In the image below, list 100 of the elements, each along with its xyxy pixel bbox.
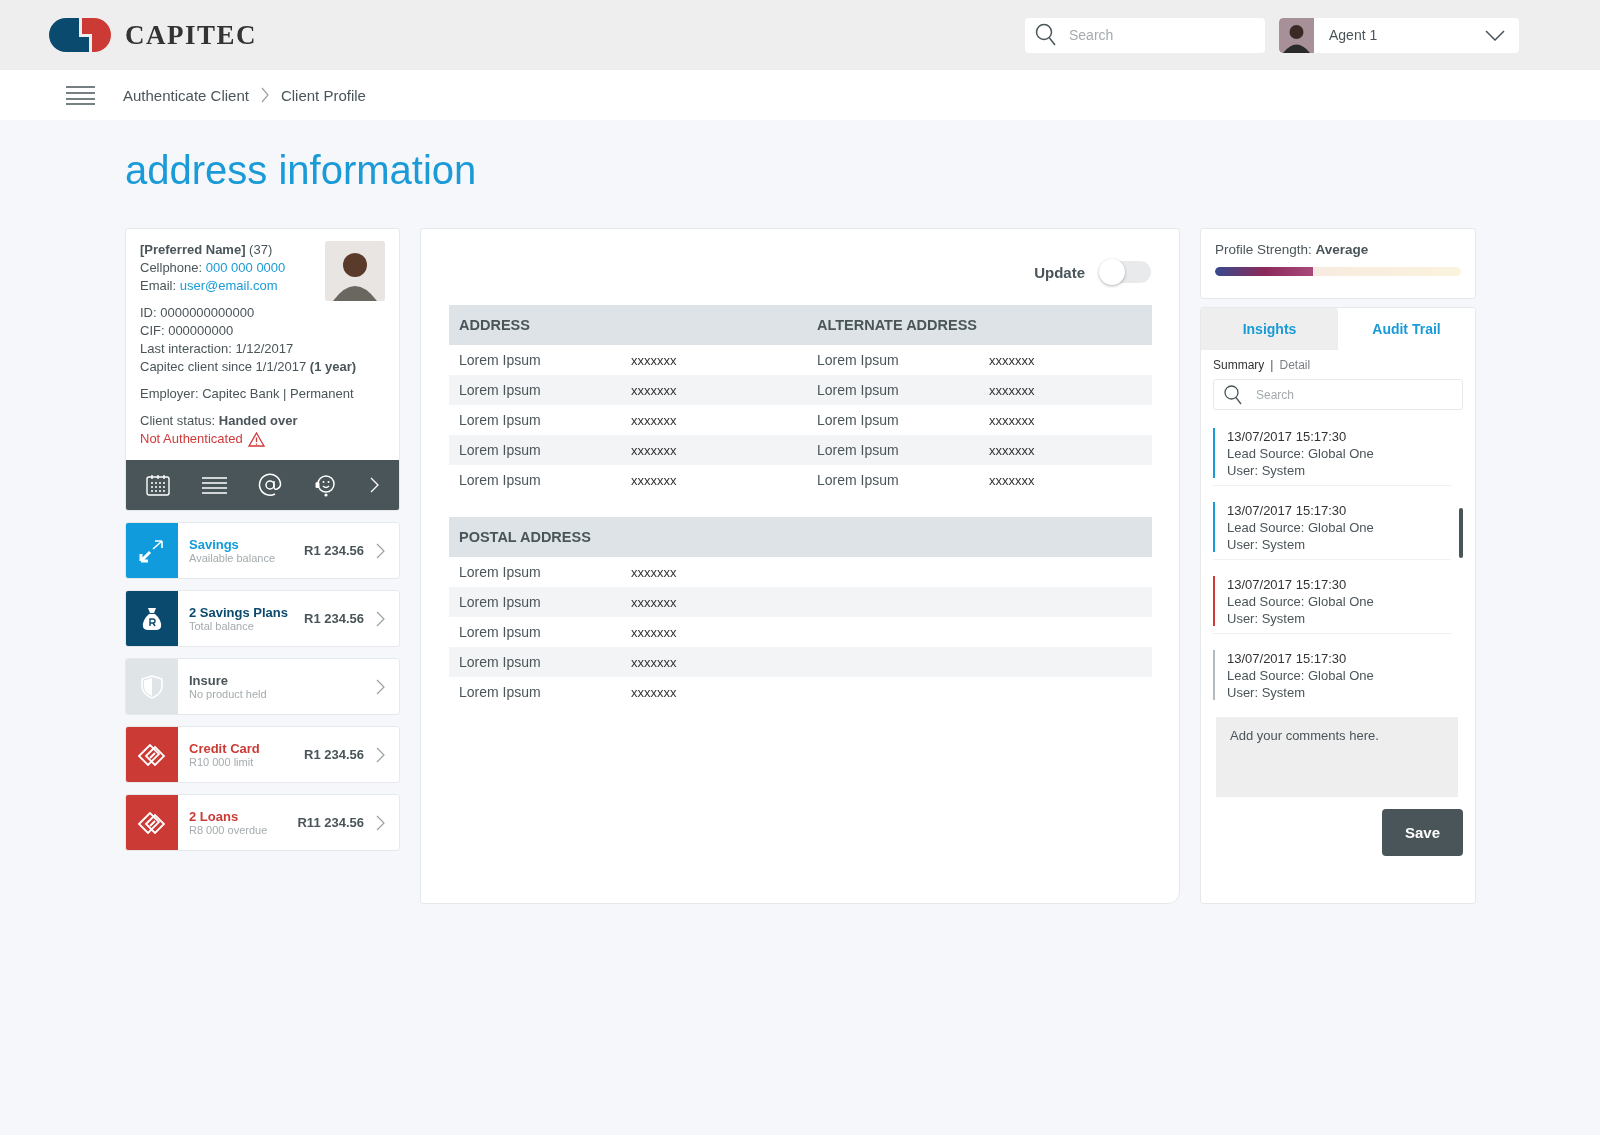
table-cell-text: Lorem Ipsum bbox=[458, 684, 542, 700]
product-name: Credit Card bbox=[189, 741, 261, 756]
product-subtitle: R8 000 overdue bbox=[189, 824, 269, 836]
table-cell-text: Lorem Ipsum bbox=[816, 442, 900, 458]
search-field[interactable]: Search bbox=[1025, 17, 1265, 53]
client-detail-label: Cellphone: bbox=[140, 260, 204, 275]
table-cell-text: xxxxxxx bbox=[631, 412, 678, 428]
client-detail: Last interaction: 1/12/2017 bbox=[140, 341, 294, 356]
table-cell-text: Lorem Ipsum bbox=[458, 352, 542, 368]
table-cell-text: xxxxxxx bbox=[631, 684, 678, 700]
scrollbar-thumb[interactable] bbox=[1459, 508, 1463, 558]
profile-strength-label: Profile Strength: Average bbox=[1215, 242, 1370, 257]
client-detail: CIF: 000000000 bbox=[140, 323, 234, 338]
avatar-icon bbox=[1279, 17, 1314, 53]
comment-field[interactable]: Add your comments here. bbox=[1216, 717, 1458, 797]
view-link[interactable]: Detail bbox=[1279, 358, 1311, 372]
chevron-down-icon bbox=[1485, 29, 1505, 41]
entry-source: Lead Source: Global One bbox=[1227, 519, 1374, 536]
client-detail: ID: 0000000000000 bbox=[140, 305, 255, 320]
table-cell-text: Lorem Ipsum bbox=[816, 472, 900, 488]
client-detail: Client status: Handed over bbox=[140, 413, 298, 428]
product-name: Insure bbox=[189, 673, 229, 688]
chevron-right-icon bbox=[260, 87, 269, 103]
table-cell-text: xxxxxxx bbox=[631, 382, 678, 398]
table-cell-text: Lorem Ipsum bbox=[458, 624, 542, 640]
table-cell-text: xxxxxxx bbox=[631, 472, 678, 488]
brand-name: CAPITEC bbox=[125, 19, 257, 51]
calendar-icon[interactable] bbox=[145, 474, 170, 496]
entry-source: Lead Source: Global One bbox=[1227, 445, 1374, 462]
entry-user: User: System bbox=[1227, 536, 1306, 553]
product-subtitle: Available balance bbox=[189, 552, 277, 564]
table-cell-text: Lorem Ipsum bbox=[816, 382, 900, 398]
entry-user: User: System bbox=[1227, 462, 1306, 479]
breadcrumb-link[interactable]: Client Profile bbox=[280, 86, 366, 104]
product-subtitle: Total balance bbox=[189, 620, 255, 632]
table-cell-text: Lorem Ipsum bbox=[458, 564, 542, 580]
column-header: POSTAL ADDRESS bbox=[458, 529, 592, 545]
list-icon[interactable] bbox=[201, 476, 227, 494]
cards-icon bbox=[137, 743, 166, 766]
email-icon[interactable] bbox=[258, 473, 283, 497]
table-cell-text: Lorem Ipsum bbox=[458, 594, 542, 610]
product-amount: R1 234.56 bbox=[304, 747, 364, 762]
client-detail: Capitec client since 1/1/2017 (1 year) bbox=[140, 359, 357, 374]
product-card[interactable]: Credit Card R10 000 limit R1 234.56 bbox=[125, 726, 400, 783]
column-header: ALTERNATE ADDRESS bbox=[816, 317, 979, 333]
chevron-right-icon[interactable] bbox=[370, 477, 380, 493]
cards-icon bbox=[137, 811, 166, 834]
table-cell-text: xxxxxxx bbox=[631, 594, 678, 610]
table-cell-text: Lorem Ipsum bbox=[458, 412, 542, 428]
table-cell-text: xxxxxxx bbox=[631, 352, 678, 368]
table-cell-text: xxxxxxx bbox=[631, 564, 678, 580]
client-photo bbox=[325, 241, 385, 301]
view-link[interactable]: Summary bbox=[1213, 358, 1265, 372]
search-field[interactable]: Search bbox=[1213, 379, 1463, 410]
product-subtitle: R10 000 limit bbox=[189, 756, 255, 768]
table-cell-text: xxxxxxx bbox=[989, 442, 1036, 458]
entry-source: Lead Source: Global One bbox=[1227, 667, 1374, 684]
table-cell-text: xxxxxxx bbox=[989, 382, 1036, 398]
chevron-right-icon bbox=[376, 746, 385, 763]
column-header: ADDRESS bbox=[458, 317, 531, 333]
table-cell-text: xxxxxxx bbox=[631, 442, 678, 458]
table-cell-text: xxxxxxx bbox=[989, 352, 1036, 368]
client-detail: [Preferred Name] (37) bbox=[140, 242, 273, 257]
shield-icon bbox=[140, 674, 163, 699]
search-icon bbox=[1035, 23, 1057, 47]
table-cell-text: Lorem Ipsum bbox=[458, 472, 542, 488]
product-amount: R11 234.56 bbox=[297, 815, 364, 830]
entry-time: 13/07/2017 15:17:30 bbox=[1227, 502, 1348, 519]
separator: | bbox=[1270, 358, 1274, 372]
product-name: 2 Loans bbox=[189, 809, 240, 824]
search-input[interactable]: Search bbox=[1256, 382, 1452, 407]
chevron-right-icon bbox=[376, 814, 385, 831]
agent-menu[interactable]: Agent 1 bbox=[1279, 17, 1519, 53]
entry-time: 13/07/2017 15:17:30 bbox=[1227, 576, 1348, 593]
warning-icon bbox=[247, 431, 265, 447]
product-name: 2 Savings Plans bbox=[189, 605, 289, 620]
money-bag-icon bbox=[141, 606, 162, 631]
menu-icon[interactable] bbox=[66, 85, 95, 105]
search-icon bbox=[1224, 384, 1242, 405]
entry-user: User: System bbox=[1227, 610, 1306, 627]
update-label: Update bbox=[1034, 263, 1085, 281]
product-card[interactable]: 2 Loans R8 000 overdue R11 234.56 bbox=[125, 794, 400, 851]
update-toggle[interactable] bbox=[1101, 261, 1151, 283]
save-button[interactable]: Save bbox=[1382, 809, 1463, 856]
product-subtitle: No product held bbox=[189, 688, 268, 700]
breadcrumb-link[interactable]: Authenticate Client bbox=[123, 86, 249, 104]
chevron-right-icon bbox=[376, 678, 385, 695]
table-cell-text: Lorem Ipsum bbox=[816, 412, 900, 428]
product-amount: R1 234.56 bbox=[304, 543, 364, 558]
page-title: address information bbox=[125, 147, 478, 194]
table-cell-text: Lorem Ipsum bbox=[458, 442, 542, 458]
table-cell-text: Lorem Ipsum bbox=[458, 382, 542, 398]
table-cell-text: xxxxxxx bbox=[631, 624, 678, 640]
table-cell-text: xxxxxxx bbox=[631, 654, 678, 670]
product-amount: R1 234.56 bbox=[304, 611, 364, 626]
auth-status: Not Authenticated bbox=[140, 430, 243, 448]
search-input[interactable]: Search bbox=[1069, 23, 1255, 47]
chevron-right-icon bbox=[376, 610, 385, 627]
product-card[interactable]: 2 Savings Plans Total balance R1 234.56 bbox=[125, 590, 400, 647]
product-card[interactable]: Savings Available balance R1 234.56 bbox=[125, 522, 400, 579]
